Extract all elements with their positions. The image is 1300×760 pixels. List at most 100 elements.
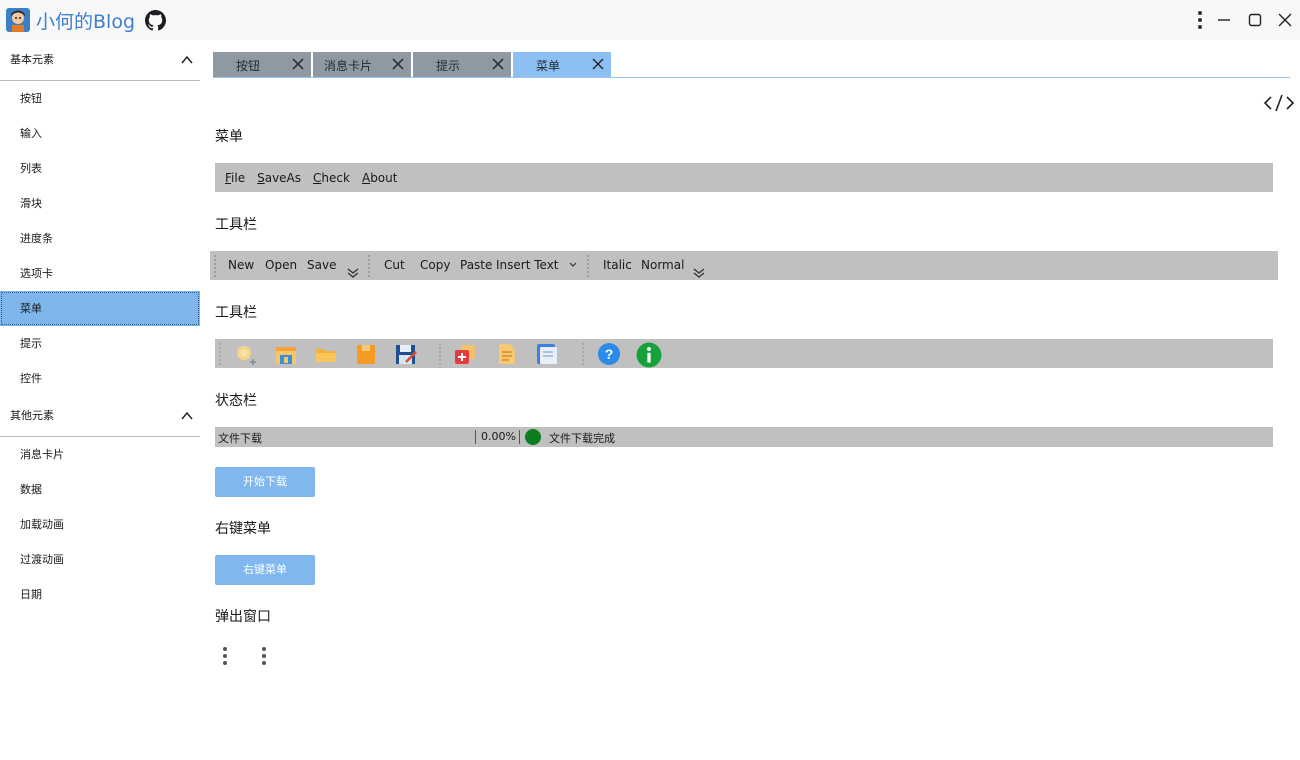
sidebar-item-message-card[interactable]: 消息卡片 xyxy=(0,437,200,472)
notes-icon[interactable] xyxy=(535,342,559,366)
chevron-down-icon xyxy=(569,262,577,267)
tab-underline xyxy=(213,77,1290,78)
toolbar-grip[interactable] xyxy=(581,342,585,365)
toolbar-open-button[interactable]: Open xyxy=(265,258,297,272)
more-vertical-icon[interactable] xyxy=(260,645,268,667)
add-copy-icon[interactable] xyxy=(453,342,477,366)
sidebar-item-date[interactable]: 日期 xyxy=(0,577,200,612)
section-title-menu: 菜单 xyxy=(215,129,243,145)
sidebar-item-input[interactable]: 输入 xyxy=(0,116,200,151)
document-list-icon[interactable] xyxy=(495,342,519,366)
more-vertical-icon[interactable] xyxy=(221,645,229,667)
toolbar-grip[interactable] xyxy=(367,254,371,277)
close-icon[interactable] xyxy=(491,57,505,71)
tab-strip: 按钮 消息卡片 提示 菜单 xyxy=(213,52,613,77)
tab-button[interactable]: 按钮 xyxy=(213,52,311,77)
app-logo-icon xyxy=(6,8,30,32)
github-icon[interactable] xyxy=(145,10,166,31)
toolbar-italic-button[interactable]: Italic xyxy=(603,258,632,272)
save-all-icon[interactable] xyxy=(274,342,298,366)
menu-label: ile xyxy=(231,170,246,185)
section-title-popup: 弹出窗口 xyxy=(215,609,271,625)
menu-label: bout xyxy=(370,170,398,185)
toolbar-copy-button[interactable]: Copy xyxy=(420,258,450,272)
status-text: 文件下载 xyxy=(218,432,262,445)
sidebar-item-menu[interactable]: 菜单 xyxy=(0,291,200,326)
tab-message-card[interactable]: 消息卡片 xyxy=(313,52,411,77)
folder-open-icon[interactable] xyxy=(314,342,338,366)
insert-text-label: Insert Text xyxy=(496,258,559,272)
toolbar-grip[interactable] xyxy=(438,342,442,365)
sidebar-item-data[interactable]: 数据 xyxy=(0,472,200,507)
menu-item-saveas[interactable]: SaveAs xyxy=(251,171,307,185)
chevron-double-down-icon[interactable] xyxy=(346,267,360,279)
toolbar-normal-button[interactable]: Normal xyxy=(641,258,684,272)
tab-label: 菜单 xyxy=(535,59,560,73)
menu-accel: S xyxy=(257,170,265,185)
tab-tooltip[interactable]: 提示 xyxy=(413,52,511,77)
sidebar-item-loading[interactable]: 加载动画 xyxy=(0,507,200,542)
close-icon[interactable] xyxy=(1273,8,1297,32)
sidebar-item-tooltip[interactable]: 提示 xyxy=(0,326,200,361)
menu-item-file[interactable]: File xyxy=(219,171,251,185)
status-message: 文件下载完成 xyxy=(549,432,615,445)
sidebar-item-progress[interactable]: 进度条 xyxy=(0,221,200,256)
sidebar-group-label: 其他元素 xyxy=(10,409,54,422)
sidebar-item-slider[interactable]: 滑块 xyxy=(0,186,200,221)
sidebar-item-controls[interactable]: 控件 xyxy=(0,361,200,396)
help-icon[interactable]: ? xyxy=(597,342,621,366)
app-title: 小何的Blog xyxy=(36,11,135,33)
menu-accel: A xyxy=(361,170,371,185)
more-options-icon[interactable] xyxy=(1188,8,1212,32)
status-progress: 0.00% xyxy=(481,430,516,443)
status-bar: 文件下载 0.00% 文件下载完成 xyxy=(215,427,1273,447)
section-title-icon-toolbar: 工具栏 xyxy=(215,305,257,321)
tab-label: 消息卡片 xyxy=(323,59,372,73)
menu-label: aveAs xyxy=(264,170,302,185)
toolbar-grip[interactable] xyxy=(218,342,222,365)
sidebar-item-button[interactable]: 按钮 xyxy=(0,81,200,116)
toolbar-new-button[interactable]: New xyxy=(228,258,254,272)
sidebar-item-list[interactable]: 列表 xyxy=(0,151,200,186)
save-edit-icon[interactable] xyxy=(394,342,418,366)
tab-label: 提示 xyxy=(435,59,460,73)
section-title-statusbar: 状态栏 xyxy=(215,393,257,409)
context-menu-button[interactable]: 右键菜单 xyxy=(215,555,315,585)
toolbar-paste-button[interactable]: Paste xyxy=(460,258,492,272)
start-download-button[interactable]: 开始下载 xyxy=(215,467,315,497)
menu-item-check[interactable]: Check xyxy=(307,171,356,185)
menu-item-about[interactable]: About xyxy=(356,171,404,185)
tab-menu[interactable]: 菜单 xyxy=(513,52,611,77)
status-separator xyxy=(475,430,476,444)
sidebar-item-tabs[interactable]: 选项卡 xyxy=(0,256,200,291)
info-icon[interactable] xyxy=(636,342,662,368)
section-title-context-menu: 右键菜单 xyxy=(215,521,271,537)
maximize-icon[interactable] xyxy=(1243,8,1267,32)
status-indicator-icon xyxy=(525,429,541,445)
sidebar: 基本元素 按钮 输入 列表 滑块 进度条 选项卡 菜单 提示 控件 其他元素 消… xyxy=(0,40,200,760)
tab-label: 按钮 xyxy=(235,59,260,73)
menu-bar: File SaveAs Check About xyxy=(215,163,1273,192)
new-file-icon[interactable] xyxy=(233,342,257,366)
toolbar-grip[interactable] xyxy=(586,254,590,277)
toolbar-grip[interactable] xyxy=(213,254,217,277)
sidebar-group-other[interactable]: 其他元素 xyxy=(0,396,200,437)
chevron-double-down-icon[interactable] xyxy=(692,267,706,279)
close-icon[interactable] xyxy=(591,57,605,71)
close-icon[interactable] xyxy=(291,57,305,71)
toolbar-cut-button[interactable]: Cut xyxy=(384,258,405,272)
sidebar-item-transition[interactable]: 过渡动画 xyxy=(0,542,200,577)
text-toolbar: New Open Save Cut Copy Paste Insert Text… xyxy=(210,251,1278,280)
title-bar: 小何的Blog xyxy=(0,0,1300,40)
svg-text:?: ? xyxy=(605,346,614,362)
status-separator xyxy=(519,430,520,444)
toolbar-save-button[interactable]: Save xyxy=(307,258,336,272)
menu-label: heck xyxy=(321,170,350,185)
code-icon[interactable] xyxy=(1262,93,1296,113)
clipboard-icon[interactable] xyxy=(354,342,378,366)
sidebar-group-basic[interactable]: 基本元素 xyxy=(0,40,200,81)
close-icon[interactable] xyxy=(391,57,405,71)
chevron-up-icon xyxy=(181,411,193,420)
toolbar-insert-text-dropdown[interactable]: Insert Text xyxy=(496,258,578,272)
minimize-icon[interactable] xyxy=(1212,8,1236,32)
